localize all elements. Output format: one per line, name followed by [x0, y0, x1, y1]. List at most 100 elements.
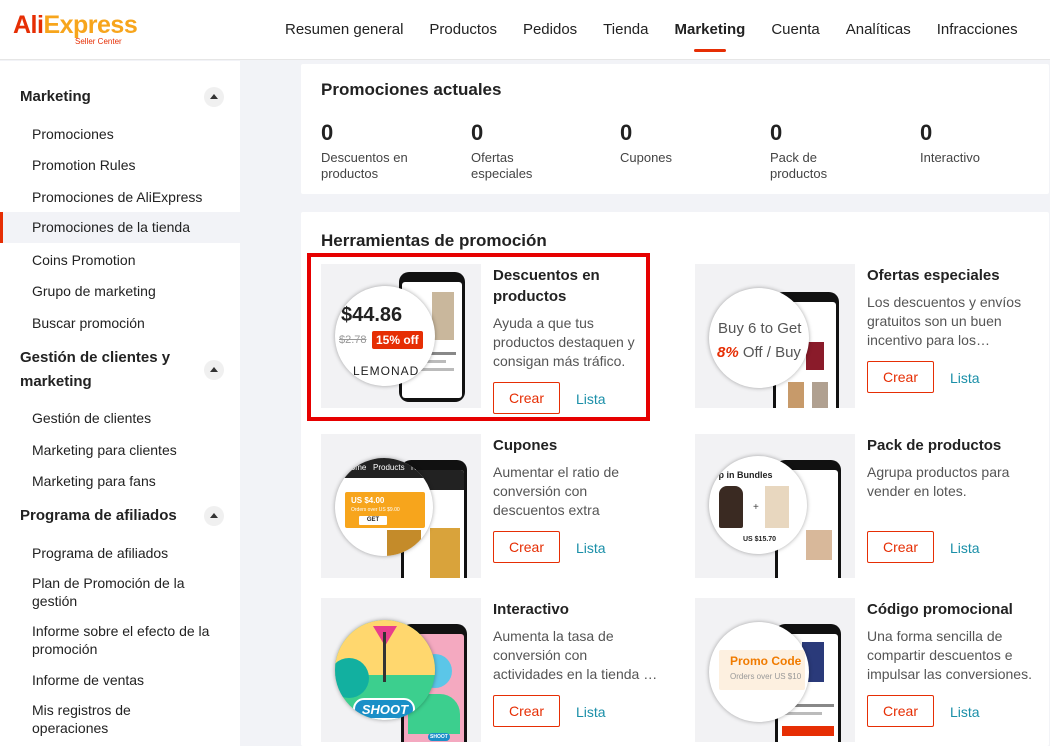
bundle-price: US $15.70 [743, 536, 777, 543]
lista-codigo-link[interactable]: Lista [950, 703, 980, 721]
nav-analiticas[interactable]: Analíticas [833, 0, 924, 60]
stat-value: 0 [321, 120, 334, 145]
tool-image-interactivo: SHOOT SHOOT [321, 598, 481, 742]
sidebar-section-afiliados[interactable]: Programa de afiliados [20, 504, 225, 528]
sidebar-item-programa-afiliados[interactable]: Programa de afiliados [0, 544, 240, 562]
nav-infracciones[interactable]: Infracciones [924, 0, 1031, 60]
nav-marketing[interactable]: Marketing [661, 0, 758, 60]
stat-label: Descuentos en productos [321, 150, 408, 181]
coupon-condition: Orders over US $9.00 [351, 507, 400, 513]
panel-title: Promociones actuales [321, 80, 502, 99]
lista-cupones-link[interactable]: Lista [576, 539, 606, 557]
sidebar-item-promotion-rules[interactable]: Promotion Rules [0, 156, 240, 174]
sidebar-item-marketing-clientes[interactable]: Marketing para clientes [0, 441, 240, 459]
nav-productos[interactable]: Productos [416, 0, 510, 60]
stat-label: Interactivo [920, 150, 980, 165]
coupon-badge-circle: Home Products Ne US $4.00 Orders over US… [335, 458, 433, 556]
tool-title-cupones: Cupones [493, 437, 558, 454]
coupon-tab-products: Products [373, 463, 405, 472]
stat-pack[interactable]: 0 Pack de productos [770, 120, 910, 182]
sidebar-item-coins-promotion[interactable]: Coins Promotion [0, 251, 240, 269]
sidebar-item-informe-efecto[interactable]: Informe sobre el efecto de la promoción [0, 622, 210, 658]
stat-label: Ofertas especiales [471, 150, 533, 181]
tool-desc-ofertas: Los descuentos y envíos gratuitos son un… [867, 294, 1022, 348]
offer-badge-circle: Buy 6 to Get 8% Off / Buy [709, 288, 809, 388]
nav-cuenta[interactable]: Cuenta [758, 0, 832, 60]
tool-title-codigo: Código promocional [867, 601, 1013, 618]
stat-value: 0 [620, 120, 633, 145]
lista-pack-link[interactable]: Lista [950, 539, 980, 557]
sidebar-item-gestion-clientes[interactable]: Gestión de clientes [0, 409, 240, 427]
sidebar-item-promociones-tienda[interactable]: Promociones de la tienda [0, 212, 240, 243]
panel-title: Herramientas de promoción [321, 231, 547, 250]
sidebar-item-promociones-aliexpress[interactable]: Promociones de AliExpress [0, 188, 240, 206]
offer-line2: Off / Buy [738, 344, 801, 361]
logo-text-express: Express [43, 11, 138, 39]
lista-ofertas-link[interactable]: Lista [950, 369, 980, 387]
offer-line1: Buy 6 to Get [718, 320, 802, 337]
stat-label: Pack de productos [770, 150, 828, 181]
sidebar-item-registros[interactable]: Mis registros de operaciones [0, 701, 180, 737]
promo-code-condition: Orders over US $10 [730, 672, 802, 681]
nav-resumen[interactable]: Resumen general [272, 0, 416, 60]
promo-code-label: Promo Code [730, 654, 802, 668]
sidebar-item-plan-promocion[interactable]: Plan de Promoción de la gestión [0, 574, 200, 610]
tool-title-ofertas: Ofertas especiales [867, 267, 1000, 284]
crear-cupones-button[interactable]: Crear [493, 531, 560, 563]
sidebar: Marketing Promociones Promotion Rules Pr… [0, 61, 240, 746]
logo-subtitle: Seller Center [75, 37, 122, 46]
tool-desc-codigo: Una forma sencilla de compartir descuent… [867, 628, 1032, 682]
stat-label: Cupones [620, 150, 673, 165]
tool-desc-interactivo: Aumenta la tasa de conversión con activi… [493, 628, 658, 682]
coupon-get-button: GET [359, 516, 387, 525]
crear-codigo-button[interactable]: Crear [867, 695, 934, 727]
game-badge-circle: SHOOT [335, 620, 435, 720]
tool-desc-cupones: Aumentar el ratio de conversión con desc… [493, 464, 620, 518]
aliexpress-logo[interactable]: AliExpress Seller Center [13, 11, 138, 46]
crear-ofertas-button[interactable]: Crear [867, 361, 934, 393]
nav-tienda[interactable]: Tienda [590, 0, 661, 60]
main-nav: Resumen general Productos Pedidos Tienda… [272, 0, 1031, 60]
current-promotions-panel: Promociones actuales 0 Descuentos en pro… [301, 64, 1049, 194]
nav-pedidos[interactable]: Pedidos [510, 0, 590, 60]
crear-pack-button[interactable]: Crear [867, 531, 934, 563]
promo-code-circle: Promo Code Orders over US $10 [709, 622, 809, 722]
tool-image-pack: op in Bundles + US $15.70 [695, 434, 855, 578]
tool-image-cupones: Home Products Ne US $4.00 Orders over US… [321, 434, 481, 578]
tool-desc-pack: Agrupa productos para vender en lotes. [867, 464, 1010, 499]
shoot-label: SHOOT [361, 702, 409, 717]
tool-image-ofertas: Buy 6 to Get 8% Off / Buy [695, 264, 855, 408]
bundle-banner: op in Bundles [713, 470, 773, 480]
tool-image-codigo: Promo Code Orders over US $10 [695, 598, 855, 742]
bundle-badge-circle: op in Bundles + US $15.70 [709, 456, 807, 554]
stat-value: 0 [770, 120, 783, 145]
shoot-small-label: SHOOT [428, 733, 450, 741]
sidebar-item-marketing-fans[interactable]: Marketing para fans [0, 472, 240, 490]
sidebar-section-marketing[interactable]: Marketing [20, 85, 225, 109]
sidebar-section-gestion-clientes[interactable]: Gestión de clientes y marketing [20, 346, 190, 394]
stat-ofertas[interactable]: 0 Ofertas especiales [471, 120, 611, 182]
stat-value: 0 [471, 120, 484, 145]
coupon-tab-home: Home [345, 463, 367, 472]
crear-interactivo-button[interactable]: Crear [493, 695, 560, 727]
sidebar-item-buscar-promocion[interactable]: Buscar promoción [0, 314, 240, 332]
tool-title-interactivo: Interactivo [493, 601, 569, 618]
sidebar-item-grupo-marketing[interactable]: Grupo de marketing [0, 282, 240, 300]
stat-descuentos[interactable]: 0 Descuentos en productos [321, 120, 461, 182]
collapse-icon[interactable] [204, 506, 224, 526]
sidebar-item-informe-ventas[interactable]: Informe de ventas [0, 671, 240, 689]
stat-value: 0 [920, 120, 933, 145]
tool-title-pack: Pack de productos [867, 437, 1002, 454]
sidebar-item-promociones[interactable]: Promociones [0, 125, 240, 143]
highlight-box [307, 253, 650, 421]
coupon-value: US $4.00 [351, 496, 385, 505]
lista-interactivo-link[interactable]: Lista [576, 703, 606, 721]
top-header: AliExpress Seller Center Resumen general… [0, 0, 1050, 60]
collapse-icon[interactable] [204, 87, 224, 107]
stat-cupones[interactable]: 0 Cupones [620, 120, 760, 166]
logo-text-ali: Ali [13, 11, 44, 39]
coupon-tab-ne: Ne [411, 463, 422, 472]
collapse-icon[interactable] [204, 360, 224, 380]
stat-interactivo[interactable]: 0 Interactivo [920, 120, 1050, 166]
offer-percent: 8% [717, 344, 739, 361]
